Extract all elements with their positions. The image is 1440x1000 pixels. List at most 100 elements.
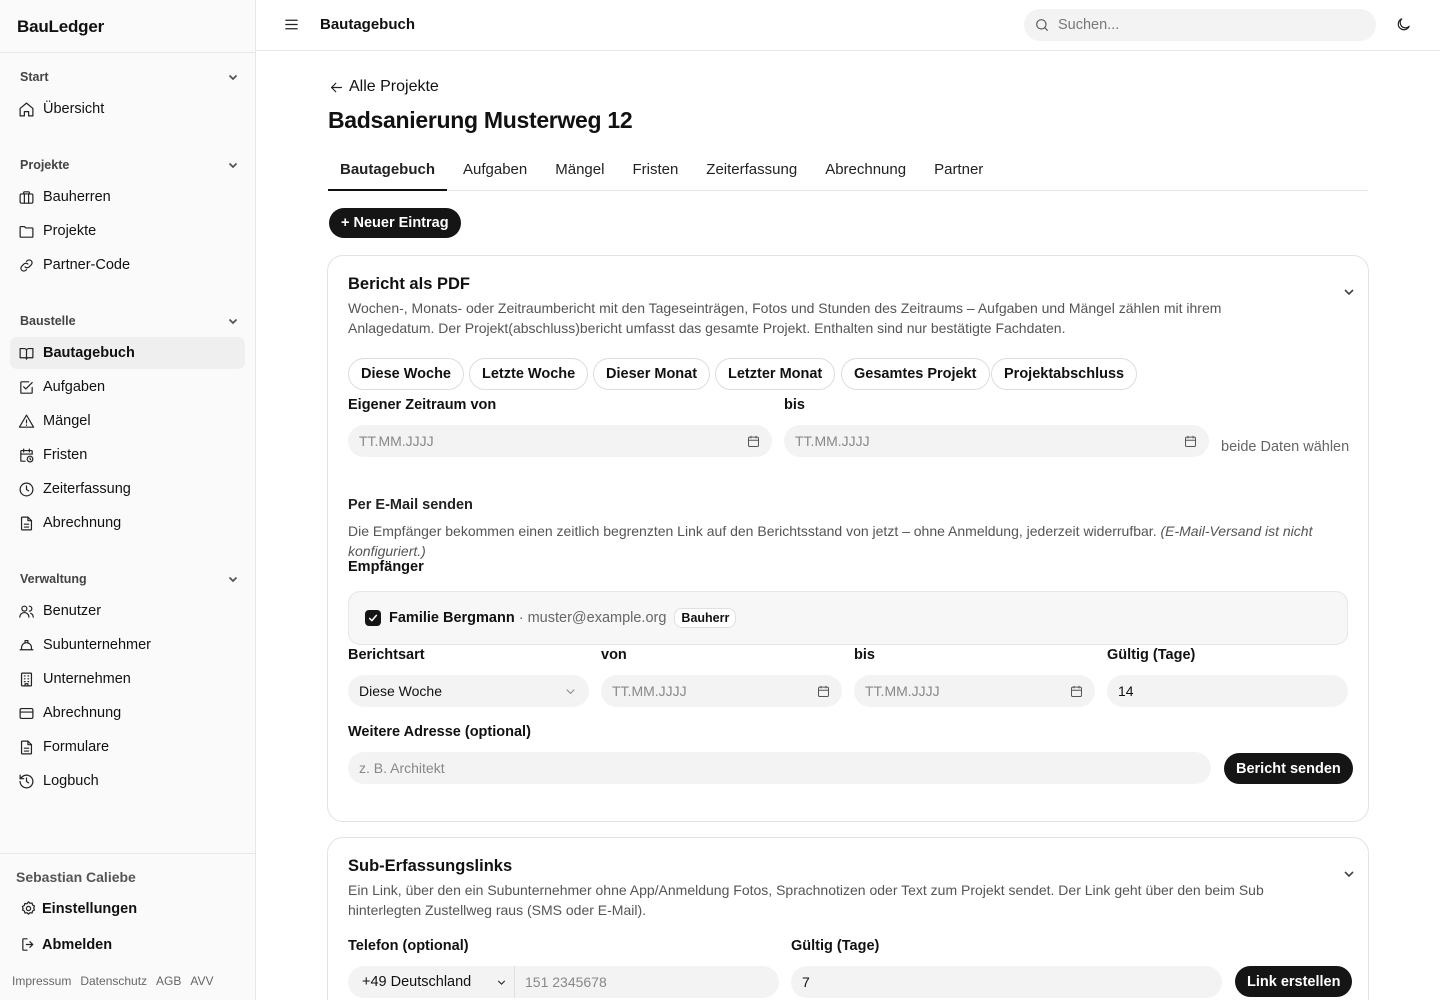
- email-from-date-input[interactable]: TT.MM.JJJJ: [601, 675, 842, 707]
- report-type-select[interactable]: Diese Woche: [348, 675, 589, 707]
- chevron-down-icon: [228, 318, 238, 325]
- sidebar-item-label: Aufgaben: [43, 379, 106, 395]
- sidebar-item-label: Unternehmen: [43, 671, 131, 687]
- calendar-icon[interactable]: [816, 684, 831, 699]
- preset-last-month-button[interactable]: Letzter Monat: [715, 358, 836, 390]
- sidebar-item-label: Zeiterfassung: [43, 481, 131, 497]
- calendar-icon[interactable]: [1069, 684, 1084, 699]
- send-report-button[interactable]: Bericht senden: [1224, 753, 1353, 784]
- new-entry-button[interactable]: + Neuer Eintrag: [329, 208, 461, 238]
- recipient-checkbox[interactable]: [365, 610, 381, 626]
- group-projekte[interactable]: Projekte: [0, 156, 255, 174]
- chevron-down-icon: [228, 162, 238, 169]
- tab-partner[interactable]: Partner: [922, 150, 995, 191]
- theme-toggle-button[interactable]: [1395, 16, 1412, 33]
- sidebar-item-subunternehmer[interactable]: Subunternehmer: [10, 629, 245, 661]
- tab-abrechnung[interactable]: Abrechnung: [813, 150, 918, 191]
- back-link-label: Alle Projekte: [349, 78, 439, 95]
- sidebar-item-benutzer[interactable]: Benutzer: [10, 595, 245, 627]
- chevron-down-icon: [566, 688, 575, 694]
- sidebar-item-uebersicht[interactable]: Übersicht: [10, 93, 245, 125]
- preset-whole-project-button[interactable]: Gesamtes Projekt: [841, 358, 990, 390]
- create-link-button[interactable]: Link erstellen: [1235, 966, 1353, 997]
- custom-from-date-input[interactable]: TT.MM.JJJJ: [348, 425, 772, 457]
- custom-to-date-input[interactable]: TT.MM.JJJJ: [784, 425, 1209, 457]
- sidebar-item-formulare[interactable]: Formulare: [10, 731, 245, 763]
- chevron-down-icon[interactable]: [1342, 285, 1356, 299]
- tab-maengel[interactable]: Mängel: [543, 150, 616, 191]
- user-name: Sebastian Caliebe: [16, 869, 136, 885]
- search-box[interactable]: [1024, 9, 1376, 41]
- valid-days-input[interactable]: 14: [1107, 675, 1348, 707]
- back-link[interactable]: Alle Projekte: [328, 78, 439, 96]
- phone-input[interactable]: 151 2345678: [515, 974, 607, 990]
- legal-link-agb[interactable]: AGB: [156, 974, 181, 988]
- sidebar-item-projekte[interactable]: Projekte: [10, 215, 245, 247]
- sidebar-item-label: Bautagebuch: [43, 345, 135, 361]
- country-select[interactable]: +49 Deutschland: [348, 966, 515, 998]
- group-start[interactable]: Start: [0, 68, 255, 86]
- group-label: Start: [20, 70, 49, 84]
- group-label: Baustelle: [20, 314, 76, 328]
- topbar: Bautagebuch: [256, 0, 1440, 51]
- date-placeholder: TT.MM.JJJJ: [612, 683, 687, 699]
- tab-fristen[interactable]: Fristen: [620, 150, 690, 191]
- brand-logo[interactable]: BauLedger: [0, 0, 255, 53]
- legal-link-avv[interactable]: AVV: [190, 974, 213, 988]
- sidebar-item-aufgaben[interactable]: Aufgaben: [10, 371, 245, 403]
- chevron-down-icon[interactable]: [1342, 867, 1356, 881]
- group-label: Verwaltung: [20, 572, 87, 586]
- group-verwaltung[interactable]: Verwaltung: [0, 570, 255, 588]
- sidebar-item-zeiterfassung[interactable]: Zeiterfassung: [10, 473, 245, 505]
- date-placeholder: TT.MM.JJJJ: [359, 433, 434, 449]
- calendar-icon[interactable]: [1183, 434, 1198, 449]
- sidebar-item-bautagebuch[interactable]: Bautagebuch: [10, 337, 245, 369]
- preset-this-month-button[interactable]: Dieser Monat: [593, 358, 711, 390]
- sidebar-item-label: Logbuch: [43, 773, 99, 789]
- tab-zeiterfassung[interactable]: Zeiterfassung: [694, 150, 809, 191]
- logout-label: Abmelden: [42, 936, 113, 953]
- search-input[interactable]: [1058, 17, 1338, 33]
- tab-bautagebuch[interactable]: Bautagebuch: [328, 150, 448, 191]
- report-type-value: Diese Woche: [359, 683, 443, 699]
- phone-input-group: +49 Deutschland 151 2345678: [348, 966, 779, 998]
- settings-link[interactable]: Einstellungen: [20, 900, 137, 917]
- topbar-title: Bautagebuch: [320, 16, 416, 33]
- preset-last-week-button[interactable]: Letzte Woche: [469, 358, 589, 390]
- sidebar-item-abrechnung-verwaltung[interactable]: Abrechnung: [10, 697, 245, 729]
- sidebar-item-abrechnung-baustelle[interactable]: Abrechnung: [10, 507, 245, 539]
- card-title: Bericht als PDF: [348, 275, 470, 293]
- sidebar-item-unternehmen[interactable]: Unternehmen: [10, 663, 245, 695]
- card-title: Sub-Erfassungslinks: [348, 857, 513, 875]
- folder-icon: [19, 225, 34, 238]
- recipient-name: Familie Bergmann: [389, 610, 515, 626]
- sidebar-item-bauherren[interactable]: Bauherren: [10, 181, 245, 213]
- extra-address-input[interactable]: z. B. Architekt: [348, 752, 1211, 784]
- calendar-icon[interactable]: [746, 434, 761, 449]
- arrow-left-icon: [330, 82, 343, 92]
- sub-valid-days-input[interactable]: 7: [791, 966, 1222, 998]
- sidebar-item-maengel[interactable]: Mängel: [10, 405, 245, 437]
- sidebar-item-label: Subunternehmer: [43, 637, 152, 653]
- check-square-icon: [20, 380, 33, 394]
- recipient-row[interactable]: Familie Bergmann · muster@example.org Ba…: [348, 591, 1348, 645]
- preset-this-week-button[interactable]: Diese Woche: [348, 358, 464, 390]
- sidebar-item-logbuch[interactable]: Logbuch: [10, 765, 245, 797]
- menu-button[interactable]: [283, 16, 300, 33]
- email-to-date-input[interactable]: TT.MM.JJJJ: [854, 675, 1095, 707]
- warning-icon: [18, 414, 35, 428]
- search-icon: [1036, 19, 1048, 31]
- group-baustelle[interactable]: Baustelle: [0, 312, 255, 330]
- country-value: +49 Deutschland: [362, 974, 472, 990]
- phone-label: Telefon (optional): [348, 938, 469, 954]
- preset-project-completion-button[interactable]: Projektabschluss: [991, 358, 1138, 390]
- link-icon: [20, 258, 33, 272]
- sidebar-item-partner-code[interactable]: Partner-Code: [10, 249, 245, 281]
- sidebar-item-fristen[interactable]: Fristen: [10, 439, 245, 471]
- legal-link-datenschutz[interactable]: Datenschutz: [80, 974, 147, 988]
- logout-link[interactable]: Abmelden: [20, 936, 112, 953]
- tab-aufgaben[interactable]: Aufgaben: [451, 150, 539, 191]
- sidebar-item-label: Übersicht: [43, 101, 105, 117]
- legal-link-impressum[interactable]: Impressum: [12, 974, 71, 988]
- report-type-label: Berichtsart: [348, 647, 425, 663]
